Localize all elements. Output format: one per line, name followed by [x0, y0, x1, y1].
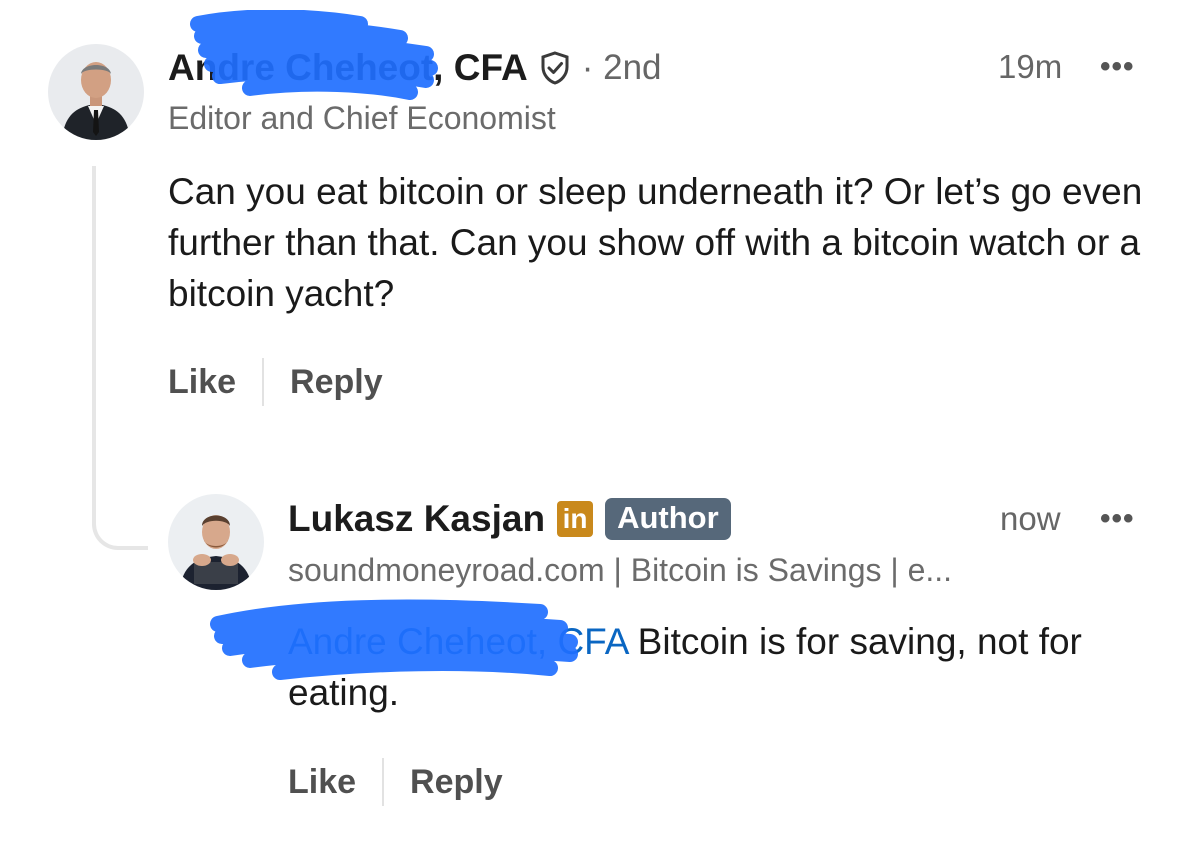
comment-thread: Andre Cheheot, CFA · 2nd Editor and Chie…: [0, 0, 1200, 850]
like-button[interactable]: Like: [288, 763, 356, 802]
reply-body: Andre Cheheot, CFA Bitcoin is for saving…: [288, 616, 1158, 718]
author-badge: Author: [605, 498, 731, 540]
like-button[interactable]: Like: [168, 363, 236, 402]
reply-button[interactable]: Reply: [410, 763, 503, 802]
commenter-name-line: Andre Cheheot, CFA · 2nd: [168, 44, 662, 92]
more-options-icon[interactable]: •••: [1100, 502, 1135, 536]
reply-actions: Like Reply: [288, 758, 503, 806]
mention-link[interactable]: Andre Cheheot, CFA: [288, 621, 627, 662]
comment-body: Can you eat bitcoin or sleep underneath …: [168, 171, 1143, 314]
connection-degree: · 2nd: [581, 48, 662, 87]
reply-button[interactable]: Reply: [290, 363, 383, 402]
replier-name[interactable]: Lukasz Kasjan: [288, 498, 545, 540]
replier-headline: soundmoneyroad.com | Bitcoin is Savings …: [288, 552, 953, 588]
more-options-icon[interactable]: •••: [1100, 50, 1135, 84]
commenter-name[interactable]: Andre Cheheot, CFA: [168, 47, 528, 89]
replier-name-line: Lukasz Kasjan in Author: [288, 496, 731, 542]
linkedin-premium-icon: in: [557, 501, 594, 537]
action-divider: [382, 758, 385, 806]
commenter-avatar[interactable]: [48, 44, 144, 140]
action-divider: [262, 358, 265, 406]
comment-timestamp: 19m: [998, 48, 1063, 85]
thread-connector-line: [92, 166, 148, 550]
shield-check-icon: [540, 51, 570, 85]
reply-timestamp: now: [1000, 500, 1061, 537]
commenter-headline: Editor and Chief Economist: [168, 100, 556, 136]
comment-actions: Like Reply: [168, 358, 383, 406]
replier-avatar[interactable]: [168, 494, 264, 590]
